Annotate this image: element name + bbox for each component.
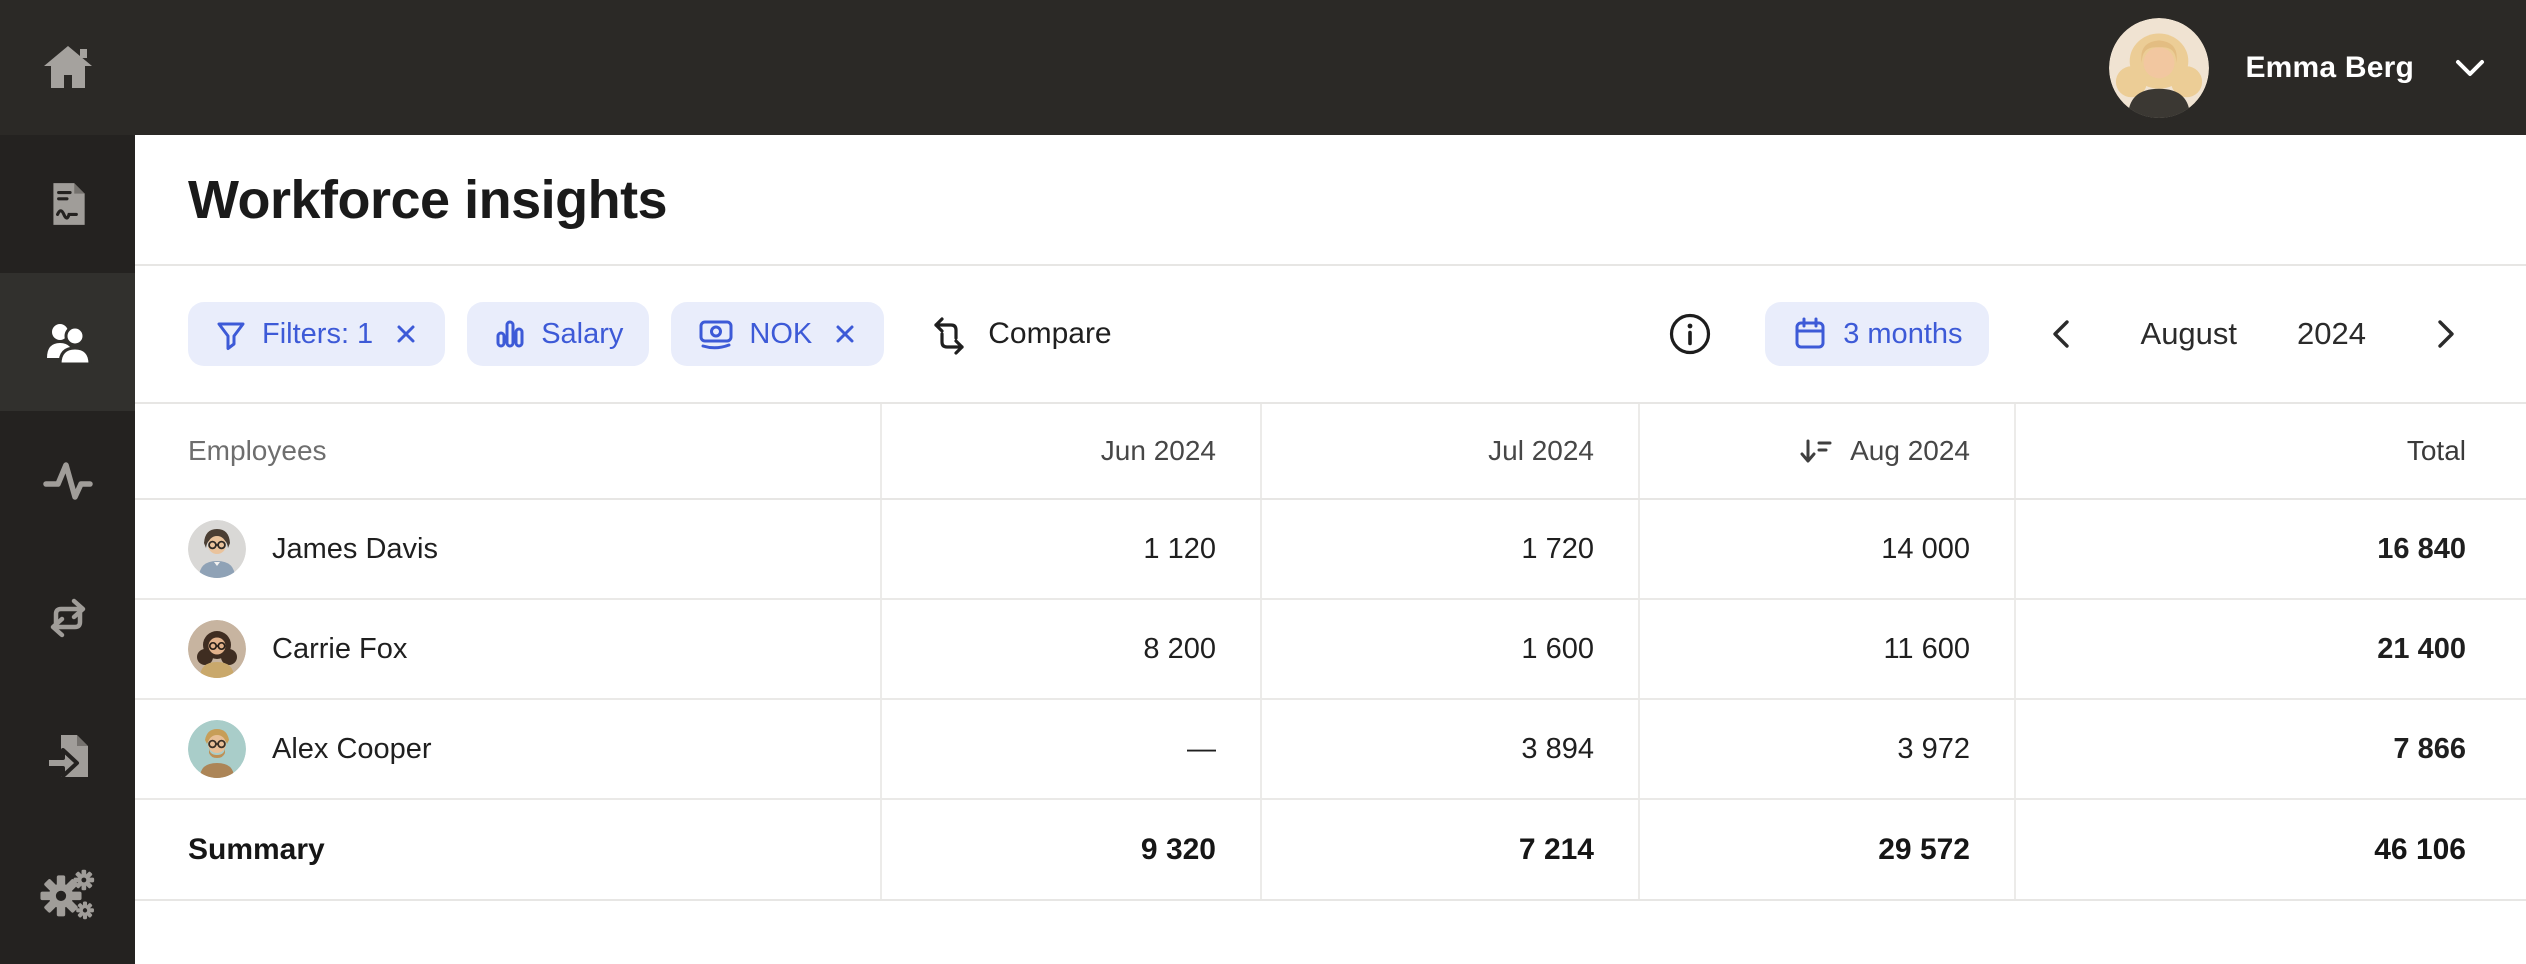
user-name: Emma Berg [2245,51,2414,85]
chevron-right-icon[interactable] [2426,316,2462,352]
column-header-jul[interactable]: Jul 2024 [1260,404,1638,498]
cell-total: 16 840 [2014,500,2526,598]
table-header-row: Employees Jun 2024 Jul 2024 Aug 2024 [135,404,2526,500]
info-button[interactable] [1667,311,1713,357]
home-icon [41,41,95,95]
compare-arrows-icon [926,311,972,357]
topbar: Emma Berg [0,0,2526,135]
bar-chart-icon [493,317,527,351]
cell-jun: 1 120 [880,500,1260,598]
employee-avatar [188,620,246,678]
cell-total: 7 866 [2014,700,2526,798]
home-button[interactable] [0,0,135,135]
toolbar: Filters: 1 Salary [135,266,2526,404]
filters-chip-label: Filters: 1 [262,318,373,351]
summary-label: Summary [135,800,880,899]
month-navigator: August 2024 [2045,316,2462,352]
cell-aug: 3 972 [1638,700,2014,798]
column-header-aug-label: Aug 2024 [1850,435,1970,467]
compare-button[interactable]: Compare [926,311,1111,357]
cell-total: 21 400 [2014,600,2526,698]
column-header-aug[interactable]: Aug 2024 [1638,404,2014,498]
settings-icon [40,866,96,922]
banknote-icon [697,315,735,353]
funnel-icon [214,317,248,351]
column-header-total[interactable]: Total [2014,404,2526,498]
filters-chip[interactable]: Filters: 1 [188,302,445,366]
period-chip[interactable]: 3 months [1765,302,1988,366]
employees-table: Employees Jun 2024 Jul 2024 Aug 2024 [135,404,2526,901]
cell-aug: 11 600 [1638,600,2014,698]
summary-jun: 9 320 [880,800,1260,899]
workforce-app: Emma Berg [0,0,2526,964]
cell-aug: 14 000 [1638,500,2014,598]
currency-chip[interactable]: NOK [671,302,884,366]
salary-chip[interactable]: Salary [467,302,649,366]
sidebar [0,135,135,964]
currency-chip-label: NOK [749,318,812,351]
close-icon[interactable] [832,321,858,347]
employee-cell: Alex Cooper [135,700,880,798]
employee-avatar [188,520,246,578]
employee-name: Carrie Fox [272,633,407,666]
employee-name: James Davis [272,533,438,566]
page-title: Workforce insights [188,169,667,231]
employee-cell: James Davis [135,500,880,598]
table-row[interactable]: Alex Cooper — 3 894 3 972 7 866 [135,700,2526,800]
employee-cell: Carrie Fox [135,600,880,698]
cell-jul: 1 720 [1260,500,1638,598]
period-chip-label: 3 months [1843,318,1962,351]
cell-jul: 3 894 [1260,700,1638,798]
employee-name: Alex Cooper [272,733,432,766]
sidebar-item-transfers[interactable] [0,549,135,687]
cell-jun: 8 200 [880,600,1260,698]
year-label: 2024 [2297,316,2366,352]
sidebar-item-activity[interactable] [0,411,135,549]
sidebar-item-employees[interactable] [0,273,135,411]
employee-avatar [188,720,246,778]
table-row[interactable]: James Davis 1 120 1 720 14 000 16 840 [135,500,2526,600]
info-icon [1667,311,1713,357]
column-header-jun[interactable]: Jun 2024 [880,404,1260,498]
summary-total: 46 106 [2014,800,2526,899]
month-label: August [2141,316,2238,352]
salary-chip-label: Salary [541,318,623,351]
report-icon [43,179,93,229]
compare-label: Compare [988,317,1111,351]
sort-descending-icon [1798,434,1832,468]
chevron-left-icon[interactable] [2045,316,2081,352]
import-icon [43,731,93,781]
sidebar-item-import[interactable] [0,687,135,825]
user-avatar [2109,18,2209,118]
sidebar-item-reports[interactable] [0,135,135,273]
summary-row: Summary 9 320 7 214 29 572 46 106 [135,800,2526,901]
user-menu[interactable]: Emma Berg [2109,18,2526,118]
sidebar-item-settings[interactable] [0,825,135,963]
employees-icon [42,316,94,368]
summary-aug: 29 572 [1638,800,2014,899]
table-row[interactable]: Carrie Fox 8 200 1 600 11 600 21 400 [135,600,2526,700]
close-icon[interactable] [393,321,419,347]
title-block: Workforce insights [135,135,2526,266]
chevron-down-icon[interactable] [2450,48,2490,88]
calendar-icon [1791,315,1829,353]
summary-jul: 7 214 [1260,800,1638,899]
cell-jul: 1 600 [1260,600,1638,698]
activity-icon [41,453,95,507]
transfer-icon [42,592,94,644]
cell-jun: — [880,700,1260,798]
main-content: Workforce insights Filters: 1 [135,135,2526,964]
column-header-employees: Employees [135,404,880,498]
